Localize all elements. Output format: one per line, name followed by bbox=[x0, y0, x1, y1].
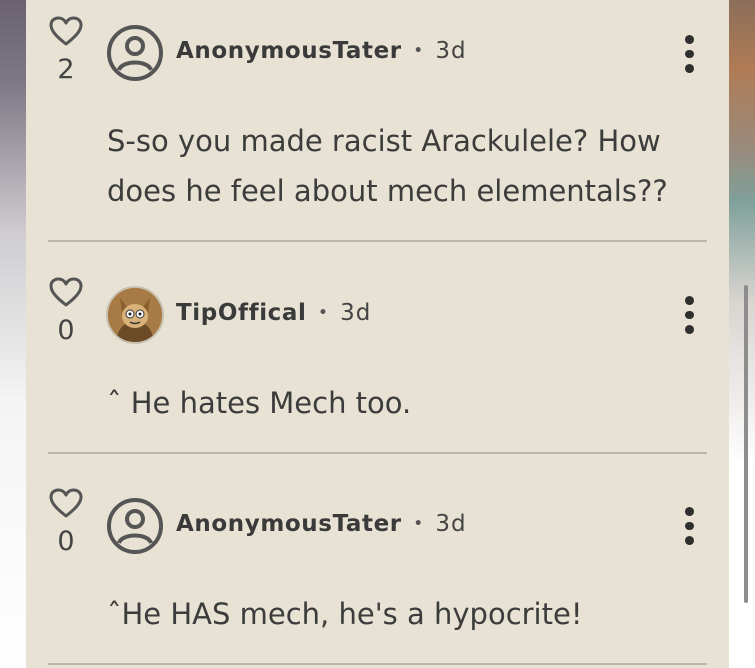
heart-icon bbox=[49, 16, 83, 46]
background-image-left bbox=[0, 0, 26, 668]
avatar[interactable] bbox=[106, 24, 164, 82]
timestamp: 3d bbox=[340, 300, 372, 326]
default-user-icon bbox=[107, 498, 163, 554]
like-count: 2 bbox=[57, 54, 75, 85]
comment-text: S-so you made racist Arackulele? How doe… bbox=[107, 124, 668, 208]
comment-header: TipOffical • 3d bbox=[176, 300, 371, 326]
author-name[interactable]: AnonymousTater bbox=[176, 511, 402, 537]
like-button[interactable] bbox=[46, 14, 86, 48]
scrollbar[interactable] bbox=[744, 285, 748, 603]
background-image-right bbox=[729, 0, 755, 668]
user-photo-icon bbox=[108, 288, 162, 342]
comments-panel: 2 AnonymousTater • 3d S-so you made raci… bbox=[26, 0, 729, 668]
timestamp: 3d bbox=[435, 511, 467, 537]
divider bbox=[48, 663, 707, 665]
more-options-button[interactable] bbox=[674, 504, 704, 548]
comment-header: AnonymousTater • 3d bbox=[176, 38, 467, 64]
like-count: 0 bbox=[57, 315, 75, 346]
more-options-button[interactable] bbox=[674, 32, 704, 76]
separator-dot: • bbox=[413, 43, 424, 59]
divider bbox=[48, 240, 707, 242]
more-options-button[interactable] bbox=[674, 293, 704, 337]
comment-text: ˆ He hates Mech too. bbox=[107, 386, 412, 420]
author-name[interactable]: AnonymousTater bbox=[176, 38, 402, 64]
like-count: 0 bbox=[57, 526, 75, 557]
author-name[interactable]: TipOffical bbox=[176, 300, 307, 326]
like-button[interactable] bbox=[46, 275, 86, 309]
heart-icon bbox=[49, 488, 83, 518]
separator-dot: • bbox=[413, 516, 424, 532]
like-button[interactable] bbox=[46, 486, 86, 520]
timestamp: 3d bbox=[435, 38, 467, 64]
avatar[interactable] bbox=[106, 286, 164, 344]
comment-text: ˆHe HAS mech, he's a hypocrite! bbox=[107, 597, 583, 631]
separator-dot: • bbox=[318, 305, 329, 321]
heart-icon bbox=[49, 277, 83, 307]
divider bbox=[48, 452, 707, 454]
default-user-icon bbox=[107, 25, 163, 81]
comment-header: AnonymousTater • 3d bbox=[176, 511, 467, 537]
avatar[interactable] bbox=[106, 497, 164, 555]
